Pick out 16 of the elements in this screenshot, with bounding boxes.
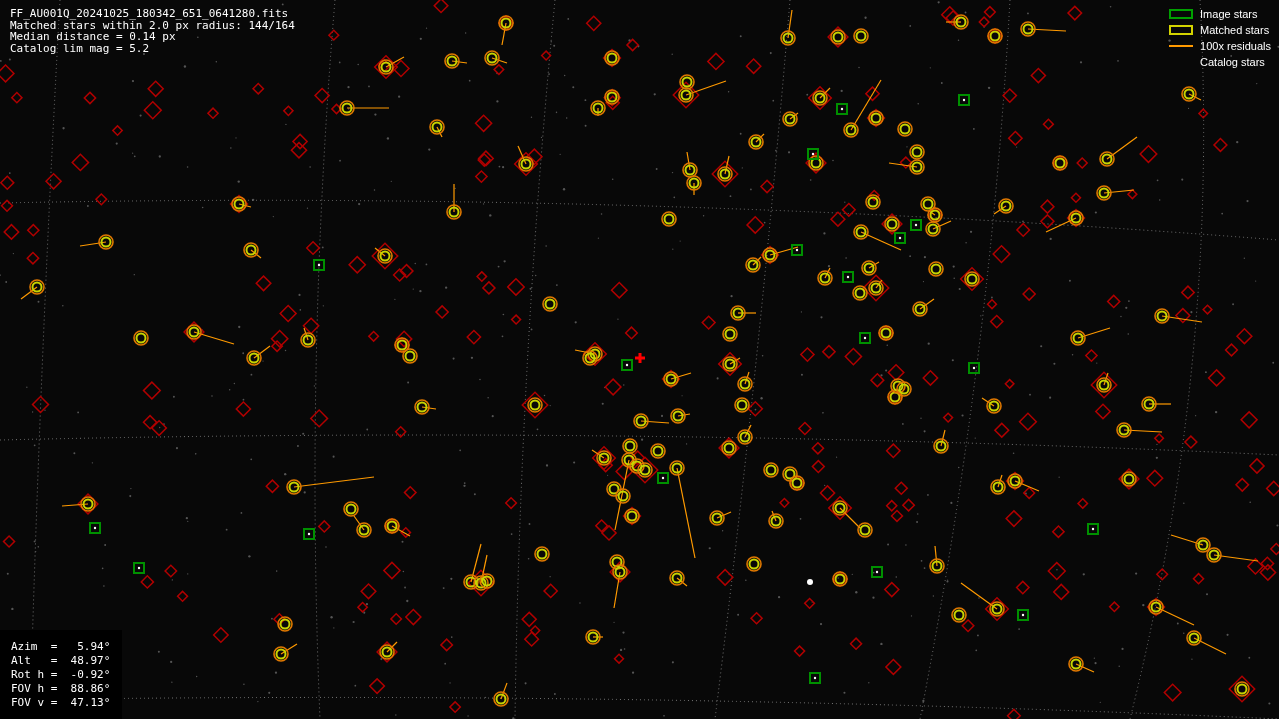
info-text-line: Catalog lim mag = 5.2 — [10, 42, 151, 54]
pointing-text-line: FOV v = 47.13° — [11, 695, 112, 710]
legend-label: 100x residuals — [1200, 38, 1271, 54]
info-text-line: Median distance = 0.14 px — [10, 31, 176, 43]
legend-label: Image stars — [1200, 6, 1258, 22]
image-star-swatch-icon — [1169, 9, 1194, 19]
legend-label: Matched stars — [1200, 22, 1270, 38]
residual-line-icon — [1169, 45, 1194, 47]
legend-label: Catalog stars — [1200, 54, 1265, 70]
info-text-line: Matched stars within 2.0 px radius: 144/164 — [10, 19, 295, 31]
info-text-line: FF_AU001Q_20241025_180342_651_0641280.fits — [10, 8, 290, 20]
matched-star-swatch-icon — [1169, 25, 1194, 35]
pointing-text-line: Rot h = -0.92° — [11, 667, 112, 682]
pointing-text-line: Alt = 48.97° — [11, 653, 112, 668]
pointing-text-line: FOV h = 88.86° — [11, 681, 112, 696]
pointing-text-line: Azim = 5.94° — [11, 639, 112, 654]
